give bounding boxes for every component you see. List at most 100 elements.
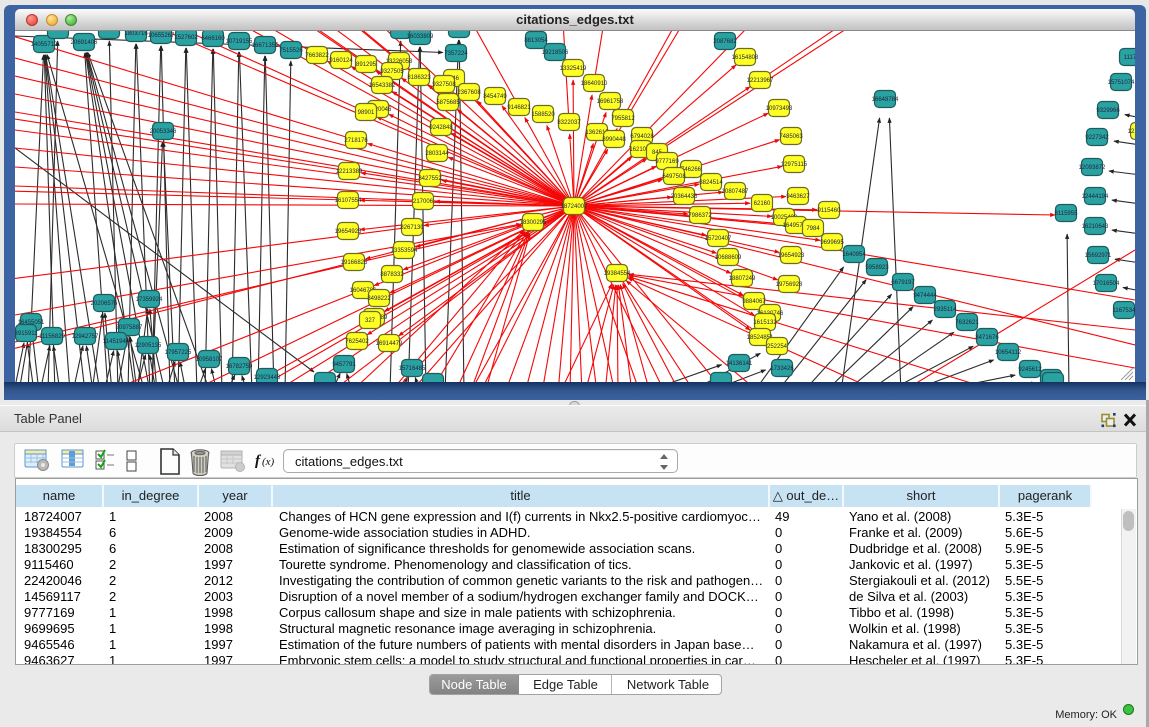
- svg-text:5875685: 5875685: [436, 100, 460, 106]
- svg-text:7955812: 7955812: [611, 116, 635, 122]
- svg-text:9146821: 9146821: [507, 105, 531, 111]
- svg-text:9699695: 9699695: [820, 240, 844, 246]
- svg-text:16210643: 16210643: [1082, 224, 1109, 230]
- svg-text:10958107: 10958107: [196, 357, 223, 363]
- svg-text:252254: 252254: [767, 344, 788, 350]
- svg-text:20691406: 20691406: [71, 40, 98, 46]
- svg-text:18640910: 18640910: [581, 81, 608, 87]
- svg-text:(x): (x): [262, 456, 275, 468]
- svg-text:8813054: 8813054: [524, 38, 548, 44]
- svg-text:10807487: 10807487: [722, 189, 749, 195]
- svg-text:6794028: 6794028: [630, 134, 654, 140]
- svg-text:19384554: 19384554: [604, 271, 631, 277]
- svg-text:18807249: 18807249: [729, 276, 756, 282]
- svg-text:16782759: 16782759: [226, 364, 253, 370]
- svg-text:327: 327: [365, 318, 376, 324]
- svg-text:62160: 62160: [754, 201, 771, 207]
- svg-text:15751074: 15751074: [1108, 80, 1135, 86]
- svg-text:98901: 98901: [358, 110, 375, 116]
- svg-text:15716485: 15716485: [399, 366, 426, 372]
- svg-text:9242848: 9242848: [429, 125, 453, 131]
- svg-text:19654925: 19654925: [335, 229, 362, 235]
- svg-text:8115955: 8115955: [1055, 211, 1079, 217]
- svg-text:891295: 891295: [356, 62, 377, 68]
- svg-text:1640954: 1640954: [842, 252, 866, 258]
- svg-text:11156829: 11156829: [39, 334, 65, 340]
- svg-text:18724007: 18724007: [561, 204, 588, 210]
- svg-text:13353594: 13353594: [391, 248, 418, 254]
- svg-text:3915911: 3915911: [15, 331, 38, 337]
- svg-text:12905135: 12905135: [135, 343, 162, 349]
- svg-text:2935114: 2935114: [934, 307, 958, 313]
- svg-text:12132186: 12132186: [1128, 129, 1135, 135]
- svg-text:2087682: 2087682: [713, 39, 737, 45]
- svg-text:15692971: 15692971: [1085, 253, 1112, 259]
- svg-text:13325419: 13325419: [560, 66, 587, 72]
- svg-text:1117: 1117: [1124, 55, 1135, 61]
- svg-text:9115460: 9115460: [818, 208, 842, 214]
- svg-text:16154808: 16154808: [732, 55, 759, 61]
- svg-text:1803716: 1803716: [124, 31, 148, 37]
- svg-text:12923448: 12923448: [254, 375, 281, 381]
- svg-text:9457791: 9457791: [332, 362, 356, 368]
- svg-text:9474444: 9474444: [913, 293, 937, 299]
- svg-text:3824514: 3824514: [699, 180, 723, 186]
- svg-text:7357224: 7357224: [444, 51, 468, 57]
- svg-text:12942757: 12942757: [72, 334, 99, 340]
- svg-text:12444194: 12444194: [1082, 194, 1109, 200]
- svg-text:6497508: 6497508: [662, 174, 686, 180]
- svg-text:19218506: 19218506: [542, 50, 569, 56]
- svg-text:10655267: 10655267: [148, 33, 175, 39]
- svg-text:19166825: 19166825: [341, 260, 368, 266]
- svg-text:2367608: 2367608: [457, 90, 481, 96]
- svg-text:20206576: 20206576: [91, 301, 118, 307]
- svg-text:2718176: 2718176: [344, 138, 368, 144]
- svg-text:19756928: 19756928: [776, 282, 803, 288]
- svg-text:7632621: 7632621: [955, 320, 979, 326]
- svg-text:10973493: 10973493: [766, 106, 793, 112]
- svg-text:14055712: 14055712: [31, 42, 58, 48]
- svg-text:16961758: 16961758: [597, 99, 624, 105]
- svg-text:3498222: 3498222: [367, 296, 391, 302]
- svg-text:16033809: 16033809: [407, 34, 434, 40]
- svg-text:9463627: 9463627: [786, 194, 810, 200]
- svg-text:9160124: 9160124: [329, 58, 353, 64]
- svg-text:8427552: 8427552: [418, 176, 442, 182]
- svg-text:217006: 217006: [413, 199, 434, 205]
- svg-text:17016504: 17016504: [1093, 281, 1120, 287]
- svg-text:17359924: 17359924: [136, 297, 163, 303]
- svg-text:f: f: [255, 453, 262, 469]
- svg-text:16648784: 16648784: [872, 97, 899, 103]
- svg-text:1733426: 1733426: [770, 366, 794, 372]
- svg-text:8454749: 8454749: [483, 94, 507, 100]
- svg-text:16914479: 16914479: [376, 341, 403, 347]
- svg-text:9329966: 9329966: [1096, 108, 1120, 114]
- svg-text:12213389: 12213389: [336, 169, 363, 175]
- svg-text:7515526: 7515526: [279, 48, 303, 54]
- svg-text:19654923: 19654923: [778, 253, 805, 259]
- svg-text:1588520: 1588520: [531, 112, 555, 118]
- svg-text:11451944: 11451944: [103, 339, 130, 345]
- svg-text:10688609: 10688609: [715, 255, 742, 261]
- svg-text:2803144: 2803144: [425, 151, 449, 157]
- svg-text:8322037: 8322037: [557, 120, 581, 126]
- svg-text:20364436: 20364436: [671, 194, 698, 200]
- svg-text:12093872: 12093872: [1079, 165, 1106, 171]
- svg-text:14136141: 14136141: [726, 361, 753, 367]
- svg-text:6466160: 6466160: [201, 36, 225, 42]
- svg-text:7984: 7984: [806, 226, 820, 232]
- svg-text:10719155: 10719155: [226, 39, 253, 45]
- svg-text:8878332: 8878332: [380, 272, 404, 278]
- svg-text:20053346: 20053346: [150, 129, 177, 135]
- svg-text:1615132: 1615132: [753, 320, 777, 326]
- svg-text:1167534: 1167534: [1113, 308, 1135, 314]
- svg-text:7625402: 7625402: [345, 339, 369, 345]
- svg-text:15720407: 15720407: [705, 236, 732, 242]
- svg-text:8990448: 8990448: [602, 137, 626, 143]
- svg-text:16671355: 16671355: [252, 43, 279, 49]
- svg-text:5958923: 5958923: [865, 265, 889, 271]
- svg-text:8471676: 8471676: [975, 335, 999, 341]
- svg-text:16543382: 16543382: [369, 83, 396, 89]
- svg-text:12213967: 12213967: [747, 78, 774, 84]
- svg-text:16107554: 16107554: [335, 198, 362, 204]
